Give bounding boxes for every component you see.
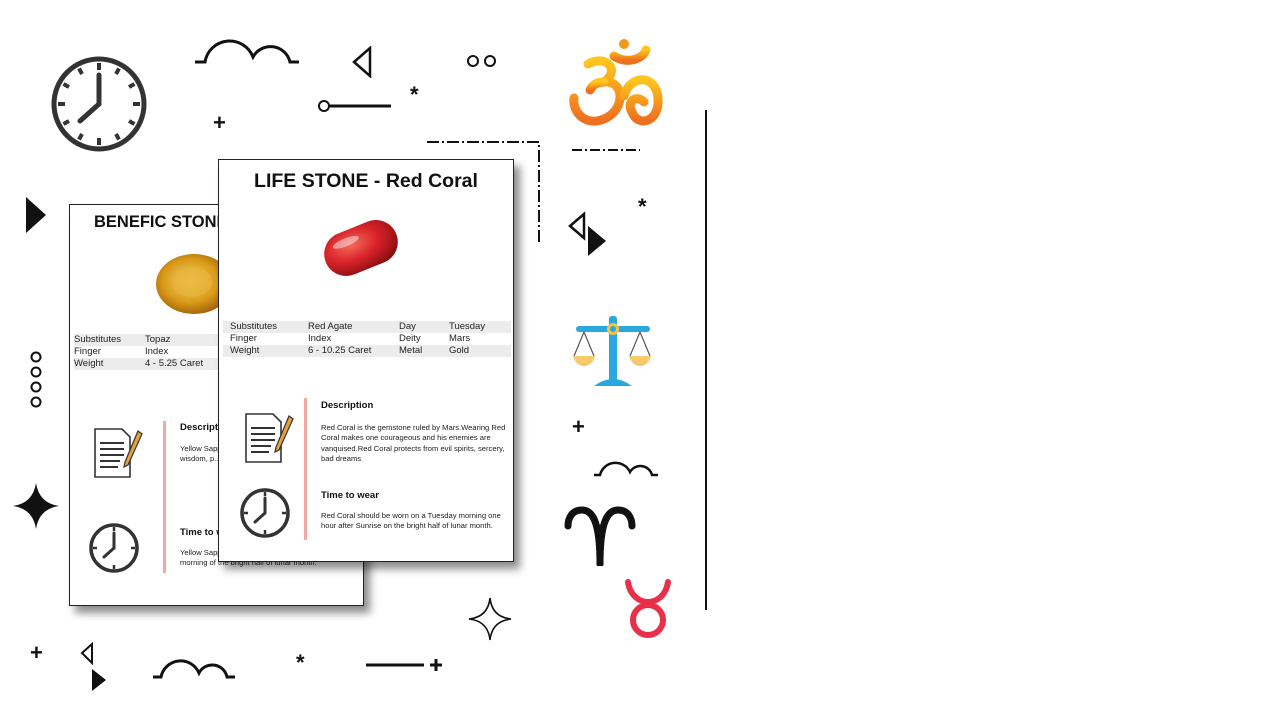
om-icon (569, 39, 663, 126)
spec-value: Tuesday (449, 321, 486, 332)
document-pen-icon (245, 413, 294, 463)
spec-label: Weight (230, 345, 260, 356)
time-heading: Time to wear (321, 490, 379, 501)
triangle-outline-icon (352, 46, 372, 78)
line-plus-icon (366, 659, 442, 671)
asterisk-icon: * (638, 194, 647, 219)
spec-row: Finger Index Deity Mars (223, 333, 511, 345)
dashed-line (572, 149, 640, 151)
card-title: LIFE STONE - Red Coral (254, 170, 478, 192)
spec-value: Index (145, 346, 169, 357)
spec-value: Red Agate (308, 321, 353, 332)
section-divider (163, 421, 166, 573)
wave-icon (153, 659, 235, 679)
clock-icon (89, 523, 139, 573)
taurus-icon (625, 579, 671, 638)
plus-icon: + (213, 110, 226, 135)
spec-label: Weight (74, 358, 104, 369)
spec-value: Mars (449, 333, 471, 344)
triangles-icon (80, 641, 106, 691)
spec-row: Weight 6 - 10.25 Caret Metal Gold (223, 345, 511, 357)
sparkle-icon (13, 483, 59, 529)
time-text: Red Coral should be worn on a Tuesday mo… (321, 511, 501, 531)
life-stone-card: LIFE STONE - Red Coral Substitutes Red A… (218, 159, 514, 562)
wave-icon (594, 461, 658, 477)
specs-table: Substitutes Red Agate Day Tuesday Finger… (223, 321, 511, 357)
plus-icon: + (572, 414, 585, 439)
plus-icon: + (30, 640, 43, 665)
card-title: BENEFIC STONE (94, 213, 228, 231)
spec-label: Finger (74, 346, 101, 357)
spec-label: Substitutes (230, 321, 277, 332)
libra-scale-icon (573, 316, 651, 386)
clock-icon-large (50, 55, 148, 158)
sparkle-outline-icon (468, 597, 512, 641)
aries-icon (564, 506, 636, 566)
wave-icon (195, 39, 299, 64)
play-triangle-icon (26, 197, 46, 233)
spec-row: Substitutes Red Agate Day Tuesday (223, 321, 511, 333)
double-circle-icon (467, 55, 496, 67)
spec-label: Day (399, 321, 416, 332)
clock-icon (240, 488, 290, 538)
document-pen-icon (94, 428, 143, 478)
spec-label: Finger (230, 333, 257, 344)
spec-label: Substitutes (74, 334, 121, 345)
section-divider (304, 398, 307, 540)
spec-label: Metal (399, 345, 423, 356)
vertical-divider (705, 110, 707, 610)
asterisk-icon: * (296, 650, 305, 675)
red-coral-image (324, 220, 398, 276)
asterisk-icon: * (410, 82, 419, 107)
triangles-icon (568, 211, 606, 256)
spec-value: Gold (449, 345, 470, 356)
circles-column-icon (30, 351, 42, 408)
description-text: Red Coral is the gemstone ruled by Mars.… (321, 423, 506, 464)
spec-value: 6 - 10.25 Caret (308, 345, 372, 356)
spec-value: Index (308, 333, 332, 344)
spec-value: Topaz (145, 334, 171, 345)
circle-line-icon (318, 100, 391, 112)
description-heading: Description (321, 400, 374, 411)
spec-label: Deity (399, 333, 421, 344)
spec-value: 4 - 5.25 Caret (145, 358, 204, 369)
